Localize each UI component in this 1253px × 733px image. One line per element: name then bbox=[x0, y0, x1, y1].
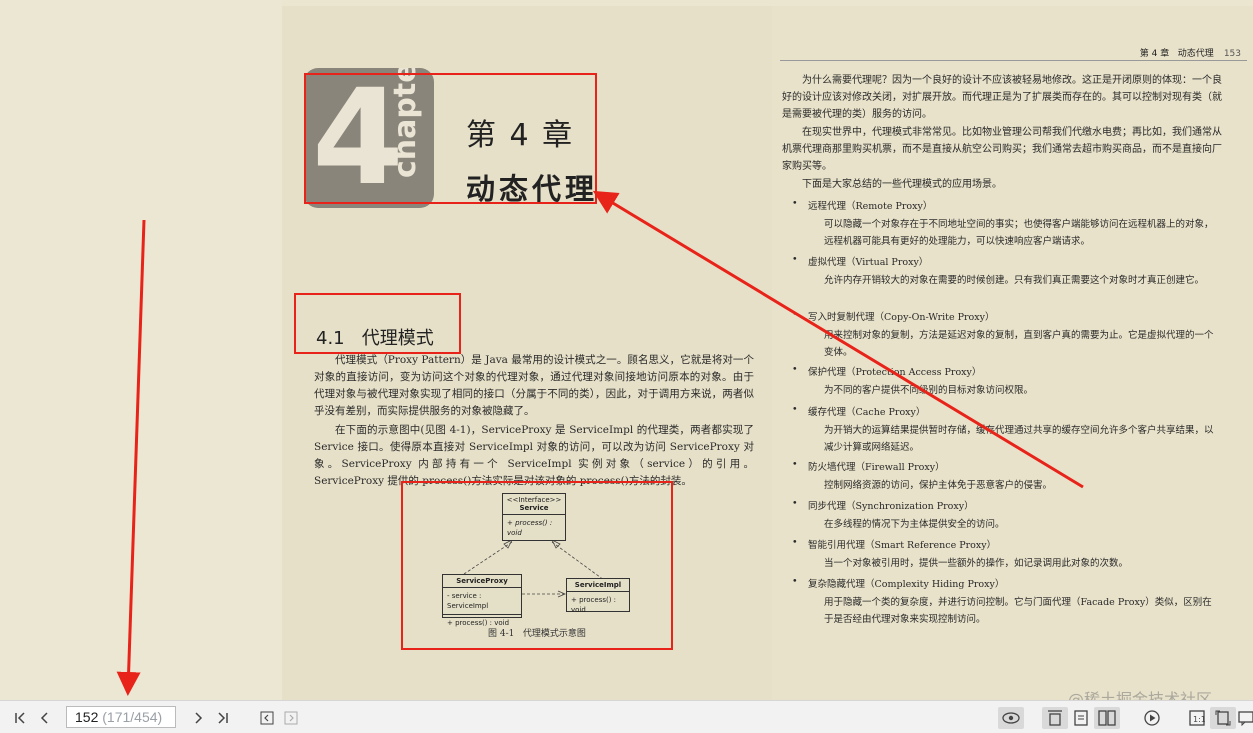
page-total: (171/454) bbox=[98, 709, 163, 725]
actual-size-icon: 1:1 bbox=[1189, 710, 1205, 726]
fit-width-button[interactable] bbox=[1042, 707, 1068, 729]
fit-page-icon bbox=[1215, 710, 1231, 726]
comment-icon bbox=[1238, 711, 1253, 726]
annotation-arrows bbox=[116, 190, 1084, 696]
page-number-input[interactable]: 152 (171/454) bbox=[66, 706, 176, 728]
back-icon bbox=[260, 711, 274, 725]
double-page-icon bbox=[1098, 710, 1116, 726]
single-page-button[interactable] bbox=[1070, 707, 1092, 729]
chevron-left-icon bbox=[40, 712, 48, 724]
first-page-icon bbox=[15, 712, 25, 724]
first-page-button[interactable] bbox=[10, 707, 32, 729]
last-page-icon bbox=[218, 712, 228, 724]
forward-button[interactable] bbox=[280, 707, 302, 729]
annotation-arrow-to-title bbox=[592, 190, 1084, 489]
eye-comfort-button[interactable] bbox=[998, 707, 1024, 729]
previous-page-button[interactable] bbox=[34, 707, 56, 729]
watermark: @稀土掘金技术社区 bbox=[1068, 690, 1213, 700]
document-viewer[interactable]: 4 chapter 第 4 章 动态代理 4.1 代理模式 代理模式（Proxy… bbox=[0, 0, 1253, 700]
chevron-right-icon bbox=[195, 712, 203, 724]
comment-button[interactable] bbox=[1238, 707, 1253, 729]
forward-icon bbox=[284, 711, 298, 725]
eye-icon bbox=[1002, 712, 1020, 724]
back-button[interactable] bbox=[256, 707, 278, 729]
next-page-button[interactable] bbox=[187, 707, 209, 729]
actual-size-button[interactable]: 1:1 bbox=[1186, 707, 1208, 729]
play-icon bbox=[1144, 710, 1160, 726]
annotation-arrow-down bbox=[116, 219, 146, 696]
fit-page-button[interactable] bbox=[1210, 707, 1236, 729]
play-button[interactable] bbox=[1141, 707, 1163, 729]
viewer-toolbar: 152 (171/454) 1:1 bbox=[0, 700, 1253, 733]
double-page-button[interactable] bbox=[1094, 707, 1120, 729]
single-page-icon bbox=[1074, 710, 1088, 726]
current-page: 152 bbox=[75, 709, 99, 725]
fit-width-icon bbox=[1048, 710, 1062, 726]
last-page-button[interactable] bbox=[211, 707, 233, 729]
svg-text:1:1: 1:1 bbox=[1193, 715, 1205, 724]
